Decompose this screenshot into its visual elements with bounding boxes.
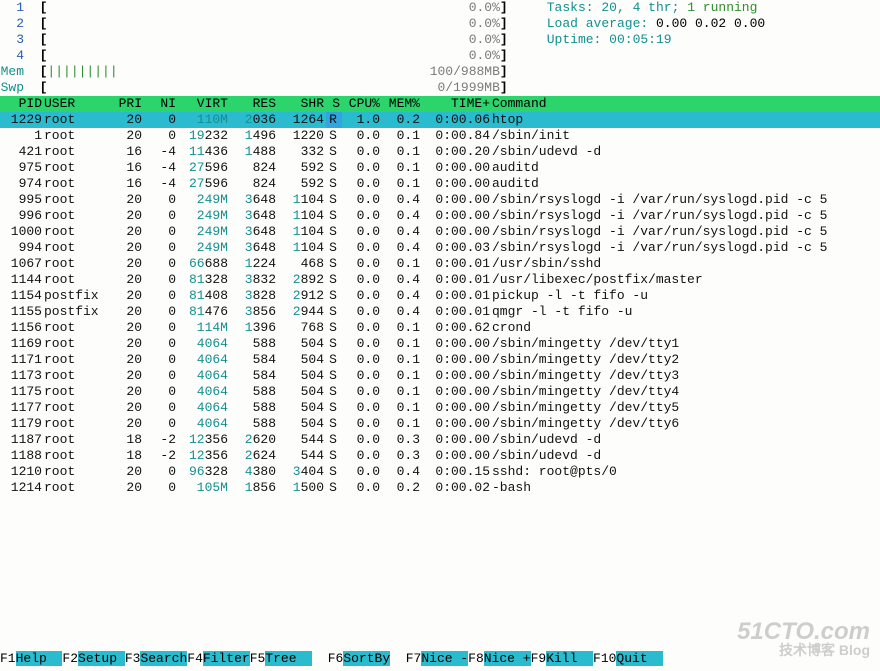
table-row[interactable]: 421root16-4114361488332S0.00.10:00.20/sb… xyxy=(0,144,880,160)
table-row[interactable]: 1177root2004064588504S0.00.10:00.00/sbin… xyxy=(0,400,880,416)
table-row[interactable]: 975root16-427596824592S0.00.10:00.00audi… xyxy=(0,160,880,176)
table-row[interactable]: 1156root200114M1396768S0.00.10:00.62cron… xyxy=(0,320,880,336)
flabel-help[interactable]: Help xyxy=(16,651,63,666)
flabel-tree[interactable]: Tree xyxy=(265,651,312,666)
col-cpu[interactable]: CPU% xyxy=(342,96,382,112)
col-pri[interactable]: PRI xyxy=(110,96,144,112)
table-row[interactable]: 996root200249M36481104S0.00.40:00.00/sbi… xyxy=(0,208,880,224)
col-virt[interactable]: VIRT xyxy=(178,96,230,112)
col-user[interactable]: USER xyxy=(44,96,110,112)
fkey-f10[interactable]: F10 xyxy=(593,651,616,666)
flabel-quit[interactable]: Quit xyxy=(616,651,663,666)
table-row[interactable]: 1067root200666881224468S0.00.10:00.01/us… xyxy=(0,256,880,272)
table-header-row[interactable]: PIDUSERPRINIVIRTRESSHRSCPU%MEM%TIME+Comm… xyxy=(0,96,880,112)
table-row[interactable]: 1175root2004064588504S0.00.10:00.00/sbin… xyxy=(0,384,880,400)
col-s[interactable]: S xyxy=(326,96,342,112)
flabel-search[interactable]: Search xyxy=(140,651,187,666)
fkey-f5[interactable]: F5 xyxy=(250,651,266,666)
table-row[interactable]: 1179root2004064588504S0.00.10:00.00/sbin… xyxy=(0,416,880,432)
table-row[interactable]: 994root200249M36481104S0.00.40:00.03/sbi… xyxy=(0,240,880,256)
fkey-f4[interactable]: F4 xyxy=(187,651,203,666)
function-key-bar[interactable]: F1Help F2Setup F3SearchF4FilterF5Tree F6… xyxy=(0,651,663,667)
fkey-f7[interactable]: F7 xyxy=(406,651,422,666)
flabel-setup[interactable]: Setup xyxy=(78,651,125,666)
flabel-kill[interactable]: Kill xyxy=(546,651,593,666)
table-row[interactable]: 1000root200249M36481104S0.00.40:00.00/sb… xyxy=(0,224,880,240)
table-row[interactable]: 1154postfix2008140838282912S0.00.40:00.0… xyxy=(0,288,880,304)
watermark: 51CTO.com 技术博客 Blog xyxy=(737,623,870,659)
table-row[interactable]: 1155postfix2008147638562944S0.00.40:00.0… xyxy=(0,304,880,320)
table-row[interactable]: 1187root18-2123562620544S0.00.30:00.00/s… xyxy=(0,432,880,448)
table-row[interactable]: 1173root2004064584504S0.00.10:00.00/sbin… xyxy=(0,368,880,384)
col-res[interactable]: RES xyxy=(230,96,278,112)
meters-panel: 1 [ 0.0%] Tasks: 20, 4 thr; 1 running2 [… xyxy=(0,0,880,96)
col-ni[interactable]: NI xyxy=(144,96,178,112)
flabel-nice[interactable]: Nice + xyxy=(484,651,531,666)
fkey-f3[interactable]: F3 xyxy=(125,651,141,666)
col-time[interactable]: TIME+ xyxy=(422,96,492,112)
table-row[interactable]: 1229root200110M20361264R1.00.20:00.06hto… xyxy=(0,112,880,128)
col-command[interactable]: Command xyxy=(492,96,880,112)
flabel-sortby[interactable]: SortBy xyxy=(343,651,390,666)
table-row[interactable]: 1169root2004064588504S0.00.10:00.00/sbin… xyxy=(0,336,880,352)
table-row[interactable]: 1144root2008132838322892S0.00.40:00.01/u… xyxy=(0,272,880,288)
col-shr[interactable]: SHR xyxy=(278,96,326,112)
table-row[interactable]: 1188root18-2123562624544S0.00.30:00.00/s… xyxy=(0,448,880,464)
table-row[interactable]: 1root2001923214961220S0.00.10:00.84/sbin… xyxy=(0,128,880,144)
fkey-f8[interactable]: F8 xyxy=(468,651,484,666)
fkey-f9[interactable]: F9 xyxy=(531,651,547,666)
table-row[interactable]: 1210root2009632843803404S0.00.40:00.15ss… xyxy=(0,464,880,480)
process-table: PIDUSERPRINIVIRTRESSHRSCPU%MEM%TIME+Comm… xyxy=(0,96,880,496)
fkey-f6[interactable]: F6 xyxy=(328,651,344,666)
fkey-f1[interactable]: F1 xyxy=(0,651,16,666)
col-mem[interactable]: MEM% xyxy=(382,96,422,112)
table-row[interactable]: 1171root2004064584504S0.00.10:00.00/sbin… xyxy=(0,352,880,368)
table-row[interactable]: 1214root200105M18561500S0.00.20:00.02-ba… xyxy=(0,480,880,496)
table-row[interactable]: 995root200249M36481104S0.00.40:00.00/sbi… xyxy=(0,192,880,208)
col-pid[interactable]: PID xyxy=(0,96,44,112)
fkey-f2[interactable]: F2 xyxy=(62,651,78,666)
flabel-filter[interactable]: Filter xyxy=(203,651,250,666)
flabel-nice[interactable]: Nice - xyxy=(421,651,468,666)
table-row[interactable]: 974root16-427596824592S0.00.10:00.00audi… xyxy=(0,176,880,192)
